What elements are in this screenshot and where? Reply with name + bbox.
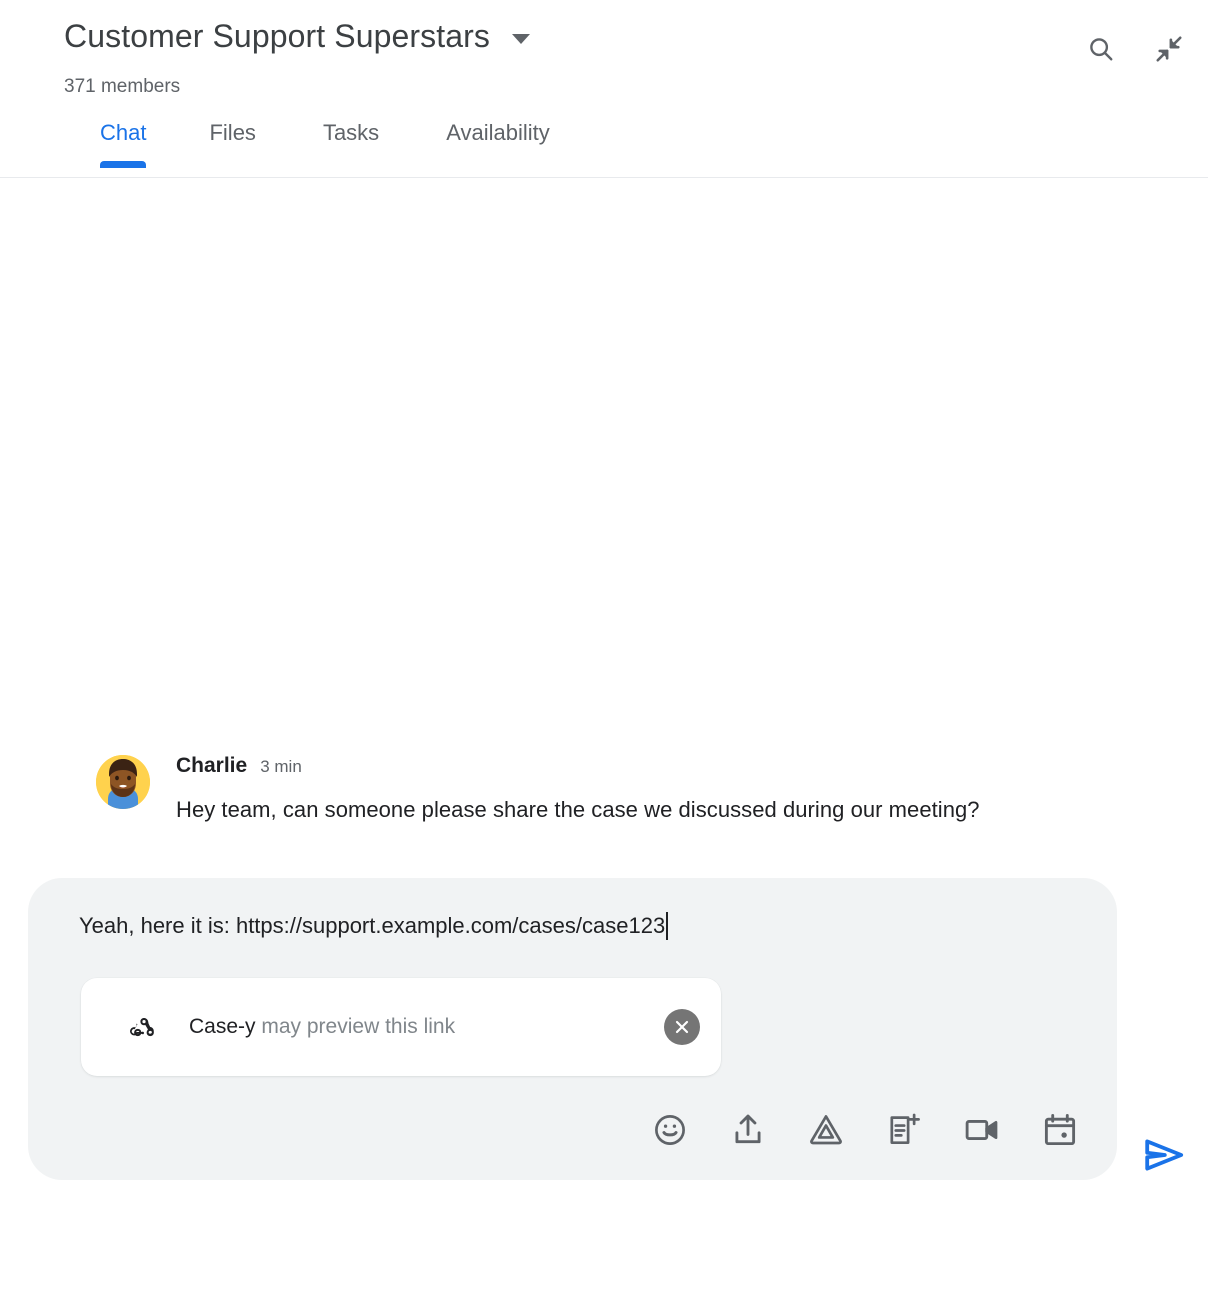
message-list[interactable]: Charlie 3 min Hey team, can someone plea… <box>0 178 1208 872</box>
tab-tasks-label: Tasks <box>322 120 380 145</box>
google-drive-icon[interactable] <box>805 1109 847 1151</box>
message-input[interactable]: Yeah, here it is: https://support.exampl… <box>56 908 1087 944</box>
text-cursor <box>666 912 669 940</box>
tab-files-label: Files <box>209 120 256 145</box>
tab-chat[interactable]: Chat <box>100 118 147 170</box>
tab-availability-label: Availability <box>446 120 550 145</box>
message-timestamp: 3 min <box>260 757 302 776</box>
upload-icon[interactable] <box>727 1109 769 1151</box>
link-preview-app-name: Case-y <box>189 1015 256 1038</box>
member-count: 371 members <box>64 76 181 97</box>
chevron-down-icon[interactable] <box>512 34 530 44</box>
new-document-icon[interactable] <box>883 1109 925 1151</box>
close-icon[interactable] <box>664 1009 700 1045</box>
page-title: Customer Support Superstars <box>64 18 490 54</box>
message-input-value: Yeah, here it is: https://support.exampl… <box>79 913 666 938</box>
link-preview-text: Case-y may preview this link <box>189 1013 697 1041</box>
tab-tasks[interactable]: Tasks <box>323 118 379 170</box>
video-call-icon[interactable] <box>961 1109 1003 1151</box>
message-text: Hey team, can someone please share the c… <box>176 797 980 822</box>
room-tabs: Chat Files Tasks Availability <box>0 118 1208 178</box>
link-preview-note: may preview this link <box>255 1015 456 1038</box>
header-actions <box>1084 32 1186 66</box>
room-title-row[interactable]: Customer Support Superstars <box>64 14 530 58</box>
link-preview-chip[interactable]: Case-y may preview this link <box>81 978 721 1076</box>
avatar-charlie[interactable] <box>96 755 150 809</box>
tab-chat-label: Chat <box>100 120 147 145</box>
send-icon[interactable] <box>1136 1127 1192 1183</box>
message-body: Charlie 3 min Hey team, can someone plea… <box>176 752 1118 830</box>
room-header: Customer Support Superstars 371 members <box>0 0 1208 178</box>
message-author: Charlie <box>176 754 248 777</box>
search-icon[interactable] <box>1084 32 1118 66</box>
collapse-icon[interactable] <box>1152 32 1186 66</box>
avatar-illustration <box>96 755 150 809</box>
composer-toolbar <box>56 1100 1087 1160</box>
chat-room-panel: Customer Support Superstars 371 members <box>0 0 1208 1290</box>
tab-active-indicator <box>100 161 147 168</box>
message-meta: Charlie 3 min <box>176 752 1118 780</box>
webhook-icon <box>127 1010 161 1044</box>
tab-availability[interactable]: Availability <box>446 118 550 170</box>
message-item: Charlie 3 min Hey team, can someone plea… <box>96 752 1118 830</box>
calendar-icon[interactable] <box>1039 1109 1081 1151</box>
tab-files[interactable]: Files <box>209 118 255 170</box>
emoji-icon[interactable] <box>649 1109 691 1151</box>
message-composer[interactable]: Yeah, here it is: https://support.exampl… <box>28 878 1117 1180</box>
